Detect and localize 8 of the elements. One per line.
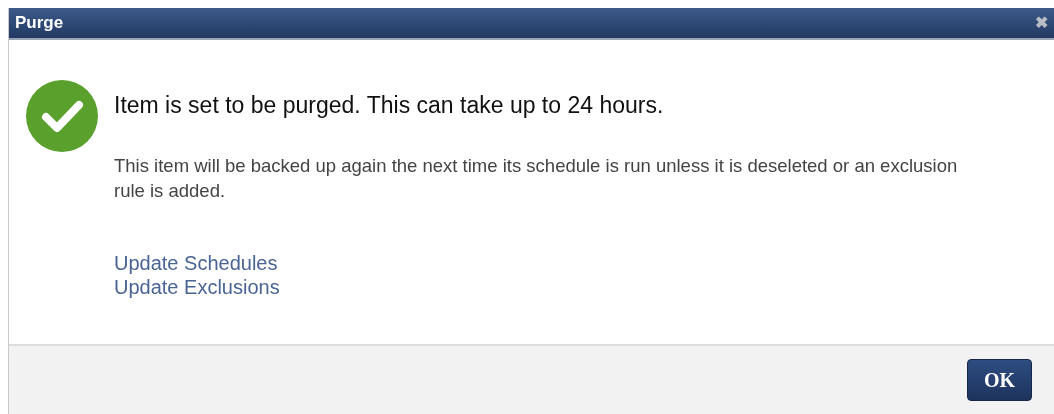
window-title: Purge — [15, 12, 64, 35]
update-link[interactable]: Update Schedules — [114, 250, 278, 275]
success-check-icon — [26, 80, 98, 152]
close-button[interactable]: ✖ — [1035, 15, 1048, 31]
message-body: This item will be backed up again the next time its schedule is run unless it is deseleted or an exclusion rule is added. — [114, 153, 959, 203]
message-heading: Item is set to be purged. This can take up to 24 hours. — [114, 91, 665, 120]
update-link[interactable]: Update Exclusions — [114, 274, 280, 299]
ok-button[interactable]: OK — [966, 359, 1032, 401]
